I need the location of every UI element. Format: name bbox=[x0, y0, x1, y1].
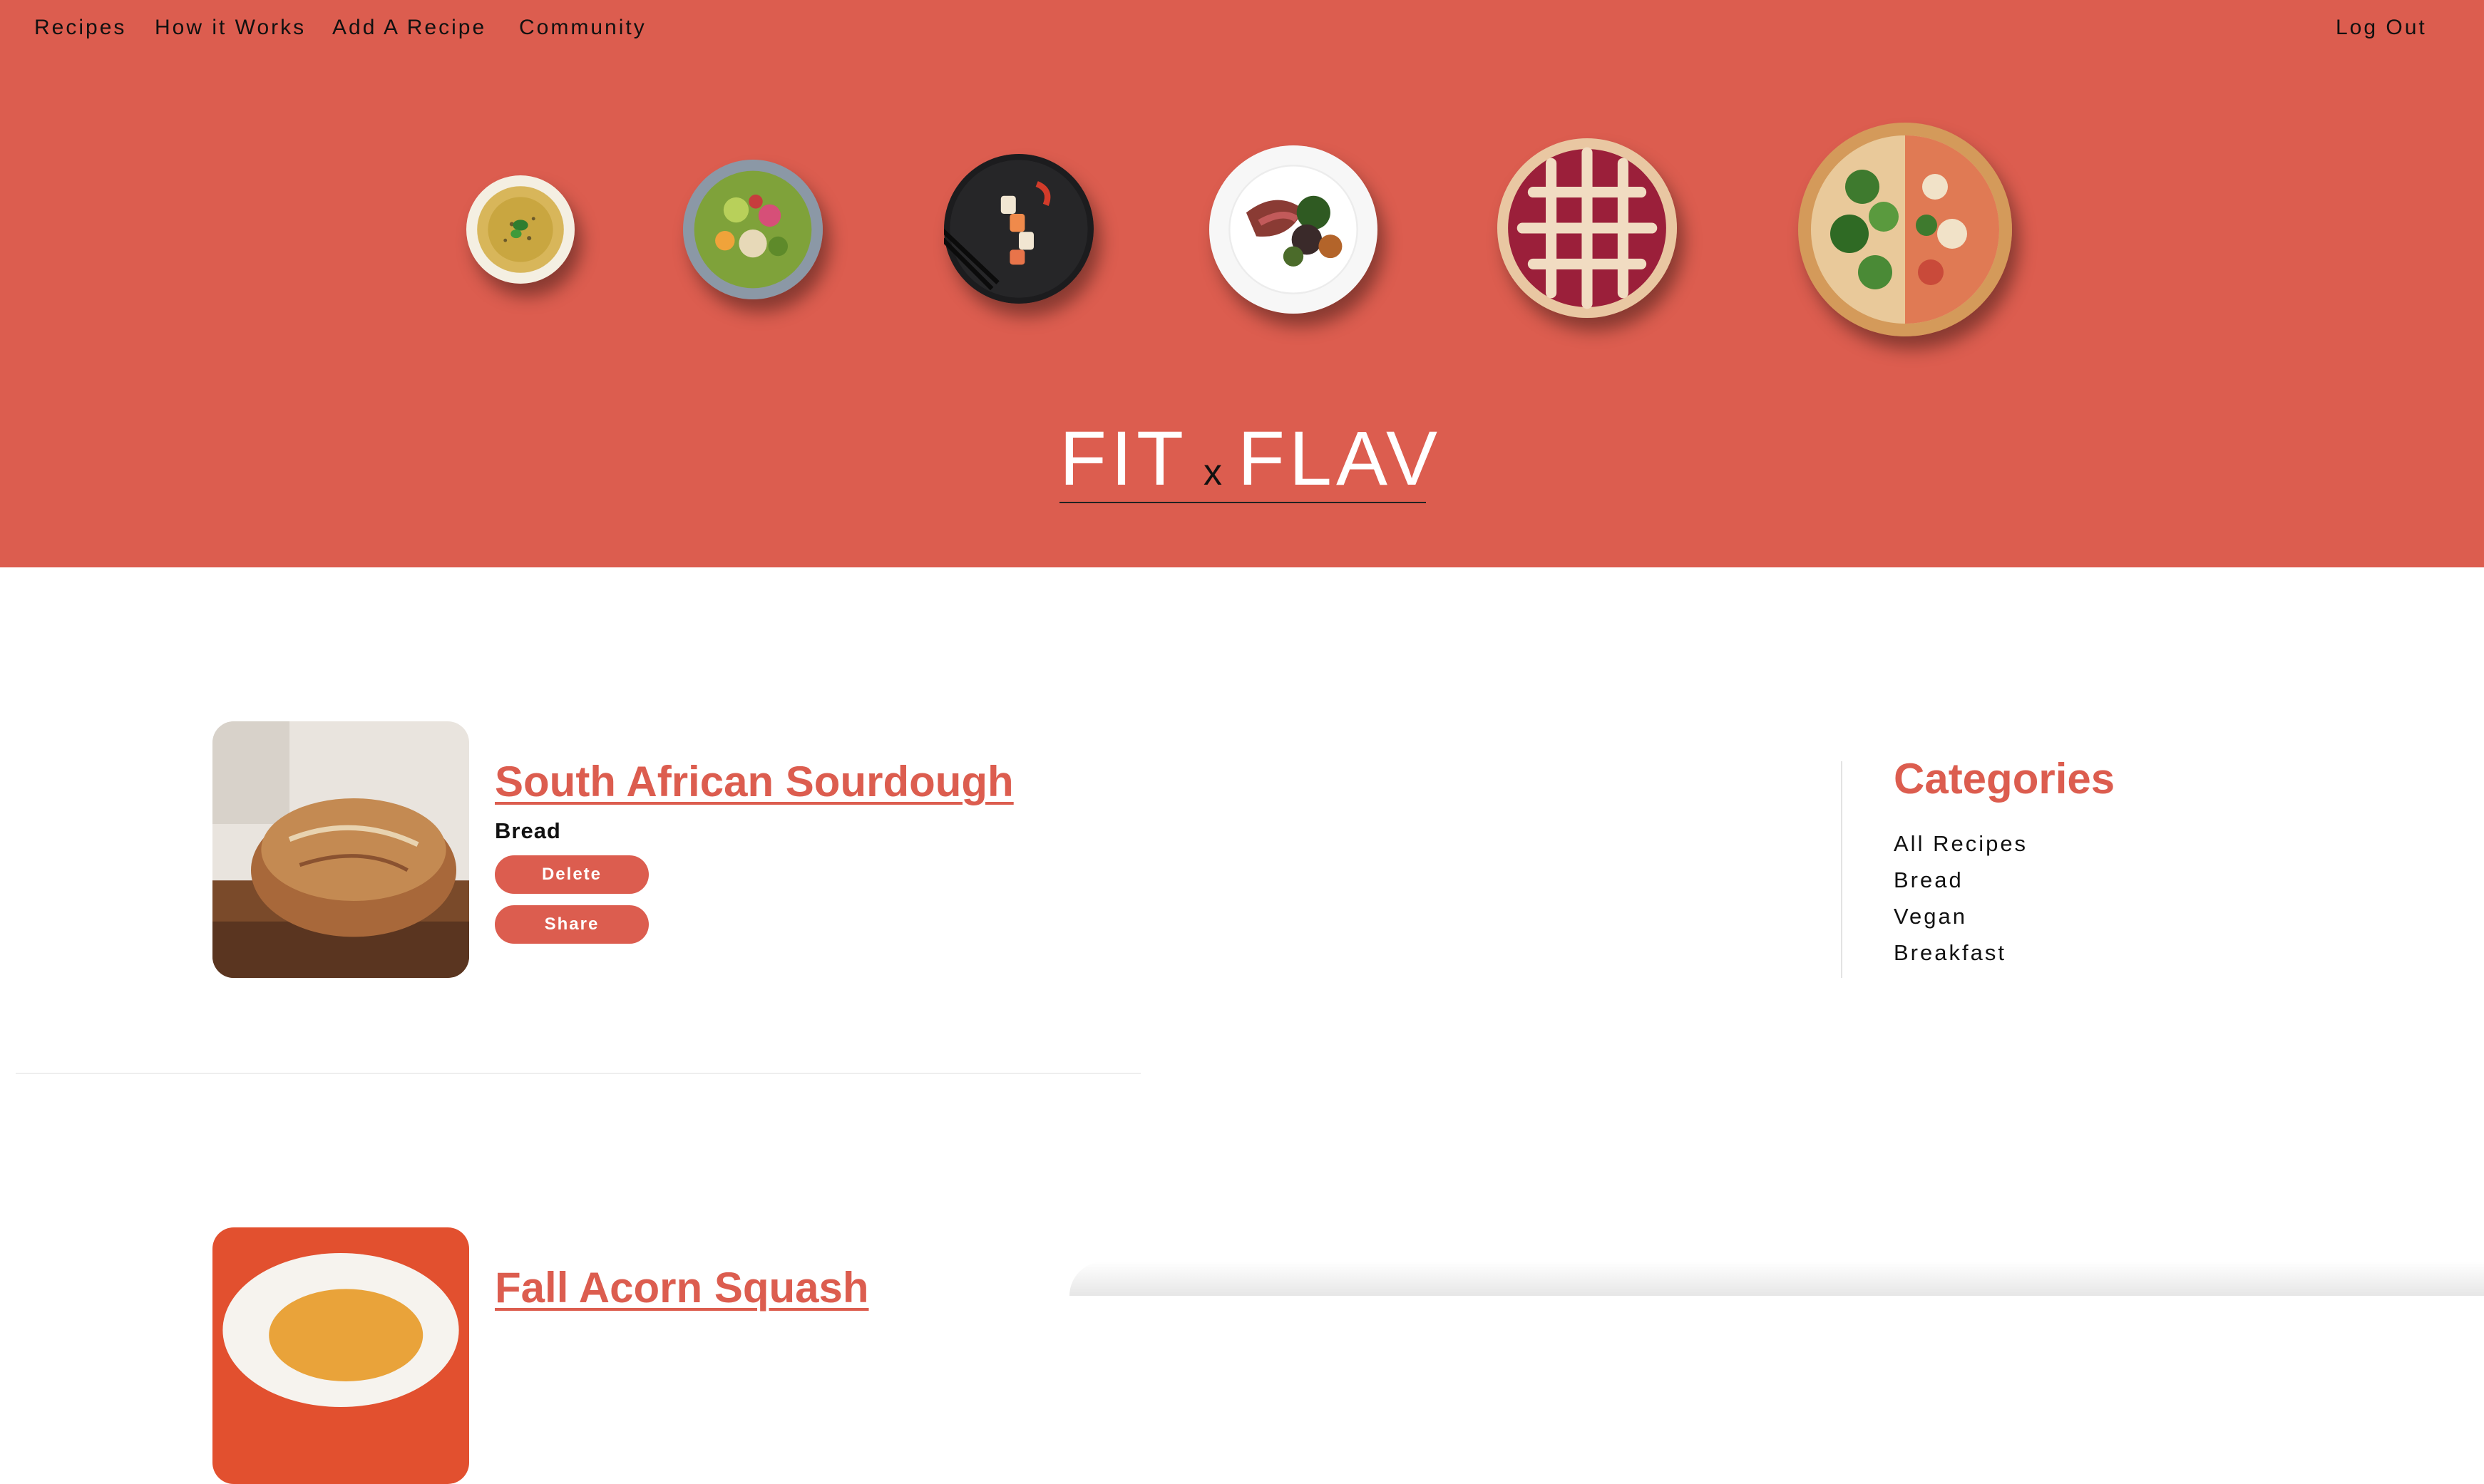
brand-logo-fit: FIT bbox=[1059, 415, 1188, 501]
nav-link-community[interactable]: Community bbox=[519, 16, 647, 40]
nav-link-recipes[interactable]: Recipes bbox=[34, 16, 126, 40]
pizza-image bbox=[1798, 123, 2012, 336]
top-navigation: Recipes How it Works Add A Recipe Commun… bbox=[0, 0, 2484, 60]
nav-link-how-it-works[interactable]: How it Works bbox=[155, 16, 306, 40]
steak-plate-image bbox=[1209, 145, 1377, 314]
hero-banner: Recipes How it Works Add A Recipe Commun… bbox=[0, 0, 2484, 567]
brand-logo: FIT x FLAV bbox=[1059, 413, 1437, 503]
category-link-vegan[interactable]: Vegan bbox=[1894, 904, 1967, 929]
sidebar-divider bbox=[1841, 761, 1842, 978]
recipe-thumbnail-sourdough[interactable] bbox=[212, 721, 469, 978]
share-button[interactable]: Share bbox=[495, 905, 649, 944]
recipe-category: Bread bbox=[495, 818, 561, 843]
recipe-title-link[interactable]: South African Sourdough bbox=[495, 757, 1014, 806]
recipe-title-link[interactable]: Fall Acorn Squash bbox=[495, 1263, 869, 1312]
recipe-divider bbox=[16, 1073, 1141, 1074]
sushi-plate-image bbox=[944, 154, 1094, 304]
nav-link-add-a-recipe[interactable]: Add A Recipe bbox=[332, 16, 486, 40]
salad-bowl-image bbox=[683, 160, 823, 299]
brand-logo-flav: FLAV bbox=[1237, 415, 1442, 501]
categories-heading: Categories bbox=[1894, 755, 2115, 803]
hummus-bowl-image bbox=[466, 175, 575, 284]
bottom-shadow-overlay bbox=[1069, 1262, 2484, 1296]
category-link-all-recipes[interactable]: All Recipes bbox=[1894, 831, 2028, 857]
delete-button[interactable]: Delete bbox=[495, 855, 649, 894]
category-link-bread[interactable]: Bread bbox=[1894, 867, 1964, 893]
brand-logo-x: x bbox=[1203, 452, 1222, 493]
logout-link[interactable]: Log Out bbox=[2336, 16, 2427, 40]
category-link-breakfast[interactable]: Breakfast bbox=[1894, 940, 2006, 966]
berry-pie-image bbox=[1497, 138, 1677, 318]
recipe-thumbnail-acorn-squash[interactable] bbox=[212, 1227, 469, 1484]
